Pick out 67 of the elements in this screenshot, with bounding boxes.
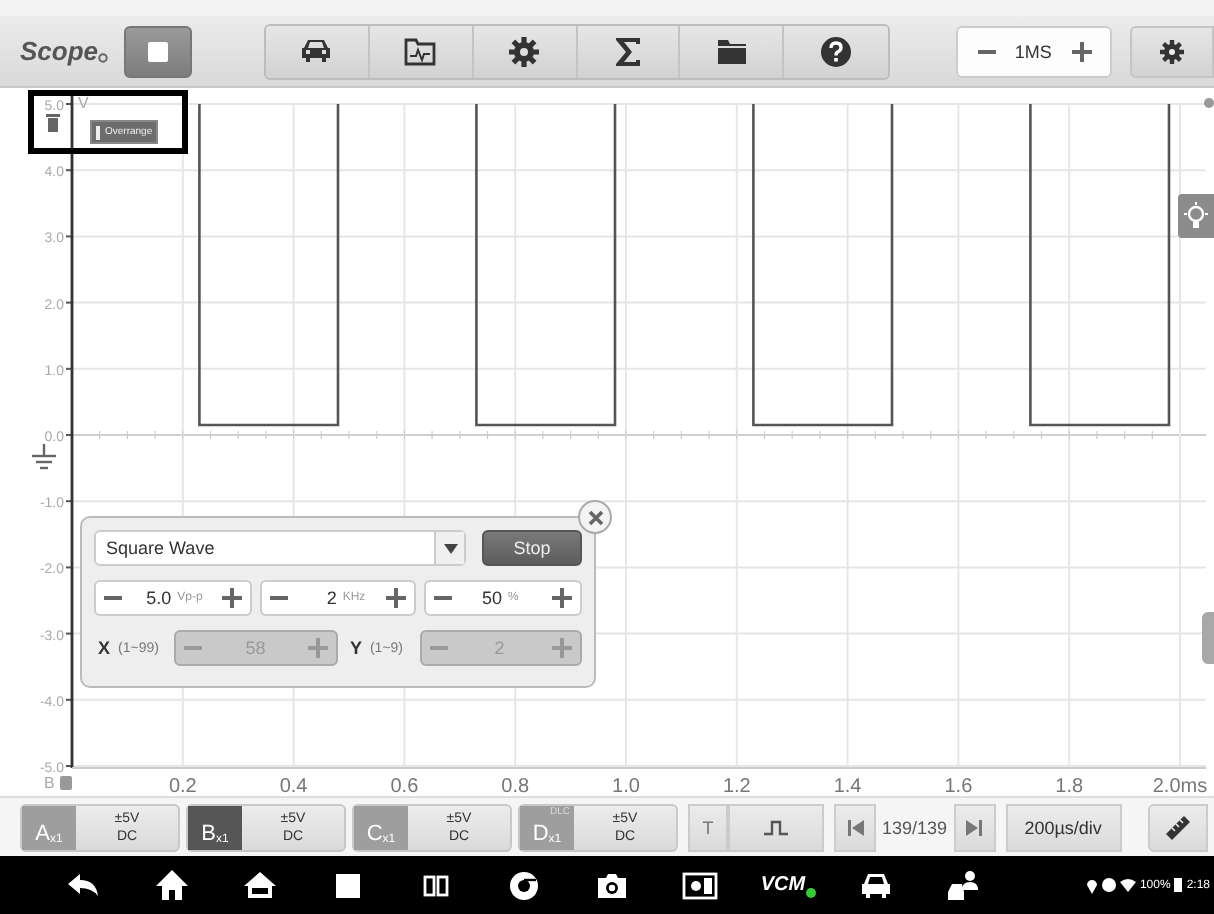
x-tick-label: 0.4 <box>279 776 308 796</box>
axis-label: Y <box>349 638 362 658</box>
timebase-button[interactable]: 200µs/div <box>1005 803 1122 851</box>
stop-generator-button[interactable]: Stop <box>482 530 582 566</box>
close-icon <box>587 509 603 525</box>
battery-icon <box>1174 878 1183 892</box>
timebase-value: 1MS <box>1014 41 1052 61</box>
channel-marker-icon <box>60 776 72 790</box>
frame-counter: 139/139 <box>880 817 950 837</box>
plus-icon[interactable] <box>550 586 575 610</box>
toolbar-button[interactable] <box>473 25 578 77</box>
wifi-icon <box>1119 878 1136 892</box>
x-tick-label: 1.4 <box>833 776 862 796</box>
toolbar-button[interactable] <box>577 25 681 77</box>
first-frame-button[interactable] <box>834 803 876 851</box>
last-frame-button[interactable] <box>953 803 996 851</box>
trigger-edge-button[interactable] <box>728 803 824 851</box>
corner-dot <box>1204 98 1214 108</box>
connection-dot-icon <box>805 888 816 898</box>
ruler-icon <box>1163 813 1192 841</box>
brightness-icon <box>682 867 718 903</box>
close-button[interactable] <box>578 500 612 534</box>
stop-icon <box>145 39 170 63</box>
location-icon <box>1085 877 1098 893</box>
app-title: Scope <box>20 36 99 66</box>
ruler-button[interactable] <box>1147 803 1208 851</box>
vcm-button[interactable]: VCM <box>744 861 832 909</box>
home-icon <box>154 867 190 903</box>
x-tick-label: 2.0ms <box>1152 776 1208 796</box>
user-car-icon <box>946 867 982 903</box>
pulse-icon <box>764 819 788 835</box>
x-tick-label: 1.8 <box>1055 776 1084 796</box>
stop-button[interactable] <box>124 25 192 77</box>
gear-icon <box>1158 37 1187 65</box>
settings-icon <box>506 33 543 69</box>
notification-icon <box>1101 878 1116 892</box>
plus-icon[interactable] <box>1069 39 1094 63</box>
toolbar-button[interactable] <box>265 25 370 77</box>
car-home-icon <box>242 867 278 903</box>
unit-label: V <box>78 94 89 112</box>
trigger-button[interactable]: T <box>688 803 728 851</box>
trash-icon <box>46 114 60 132</box>
plus-icon[interactable] <box>384 586 409 610</box>
x-tick-label: 0.6 <box>390 776 419 796</box>
waveform-folder-icon <box>402 33 439 69</box>
axis-channel-label: B <box>44 774 55 792</box>
side-panel-handle[interactable] <box>1202 612 1214 664</box>
toolbar-button[interactable] <box>680 25 785 77</box>
help-icon <box>818 33 855 69</box>
brightness-button[interactable] <box>1178 194 1214 238</box>
ground-icon[interactable] <box>30 444 58 472</box>
x-tick-label: 1.6 <box>944 776 973 796</box>
x-tick-label: 1.2 <box>722 776 751 796</box>
plus-icon[interactable] <box>219 586 244 610</box>
axis-label: X <box>98 638 111 658</box>
browser-icon <box>506 867 542 903</box>
skip-forward-icon <box>966 819 983 835</box>
toolbar-button[interactable] <box>784 25 889 77</box>
x-tick-label: 1.0 <box>612 776 640 796</box>
lightbulb-icon <box>1184 202 1208 230</box>
x-tick-label: 0.8 <box>501 776 530 796</box>
settings-button[interactable] <box>1130 25 1214 77</box>
skip-back-icon <box>847 819 863 835</box>
waveform-dropdown[interactable]: Square Wave <box>94 530 466 566</box>
x-tick-label: 0.2 <box>168 776 197 796</box>
dropdown-arrow-icon <box>443 543 457 553</box>
toolbar-button[interactable] <box>369 25 474 77</box>
